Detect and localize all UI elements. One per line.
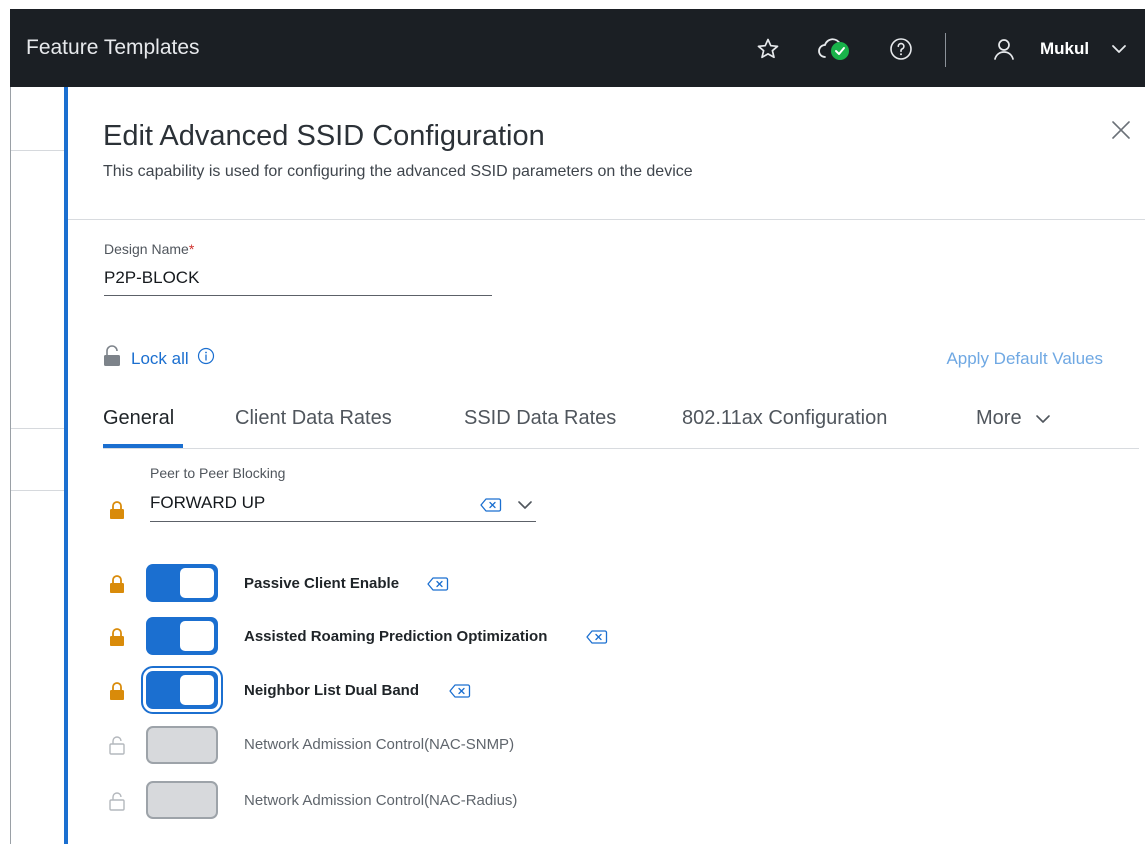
clear-icon[interactable]: [586, 629, 608, 650]
peer-blocking-select[interactable]: FORWARD UP: [150, 493, 265, 513]
apply-default-values-button[interactable]: Apply Default Values: [946, 349, 1103, 369]
design-name-label-text: Design Name: [104, 241, 189, 257]
toggle-knob: [180, 675, 214, 705]
topbar-divider: [945, 33, 946, 67]
tab-802-11ax-configuration[interactable]: 802.11ax Configuration: [682, 407, 887, 430]
top-bar: Feature Templates Mukul: [10, 9, 1145, 87]
neighbor-list-toggle[interactable]: [141, 666, 223, 714]
neighbor-list-label: Neighbor List Dual Band: [244, 682, 420, 699]
edit-ssid-panel: Edit Advanced SSID Configuration This ca…: [64, 87, 1145, 844]
design-name-input[interactable]: P2P-BLOCK: [104, 268, 199, 288]
tab-ssid-data-rates[interactable]: SSID Data Rates: [464, 407, 616, 430]
tabs-divider: [103, 448, 1139, 449]
chevron-down-icon[interactable]: [1108, 35, 1130, 63]
info-icon[interactable]: [197, 347, 215, 370]
nac-radius-toggle[interactable]: [146, 781, 218, 819]
passive-client-toggle[interactable]: [146, 564, 218, 602]
unlock-icon[interactable]: [108, 791, 126, 816]
nac-snmp-label: Network Admission Control(NAC-SNMP): [244, 736, 515, 753]
close-icon[interactable]: [1108, 117, 1134, 143]
background-divider: [11, 150, 65, 151]
clear-icon[interactable]: [480, 497, 502, 518]
lock-icon[interactable]: [108, 681, 126, 706]
assisted-roaming-label: Assisted Roaming Prediction Optimization: [244, 628, 548, 645]
user-name[interactable]: Mukul: [1040, 39, 1089, 59]
toggle-knob: [180, 568, 214, 598]
background-divider: [11, 490, 65, 491]
peer-blocking-label: Peer to Peer Blocking: [150, 465, 286, 481]
user-icon[interactable]: [990, 35, 1018, 63]
required-mark: *: [188, 241, 195, 257]
chevron-down-icon[interactable]: [516, 497, 534, 518]
nac-snmp-toggle[interactable]: [146, 726, 218, 764]
clear-icon[interactable]: [449, 683, 471, 704]
background-page-border: [10, 87, 11, 844]
tab-general[interactable]: General: [103, 407, 174, 430]
panel-subtitle: This capability is used for configuring …: [103, 163, 693, 180]
toggle-knob: [180, 621, 214, 651]
chevron-down-icon: [1034, 410, 1052, 428]
design-name-label: Design Name*: [104, 241, 194, 257]
tab-more-label: More: [976, 407, 1022, 429]
design-name-underline: [104, 295, 492, 296]
lock-icon[interactable]: [108, 500, 126, 525]
cloud-check-icon[interactable]: [815, 35, 855, 63]
page-title: Feature Templates: [26, 36, 200, 59]
header-divider: [68, 219, 1145, 220]
star-icon[interactable]: [754, 35, 782, 63]
lock-all-button[interactable]: Lock all: [103, 345, 215, 372]
help-icon[interactable]: [887, 35, 915, 63]
lock-icon[interactable]: [108, 574, 126, 599]
lock-icon[interactable]: [108, 627, 126, 652]
unlock-icon: [103, 345, 121, 372]
tab-more[interactable]: More: [976, 407, 1052, 430]
peer-blocking-underline: [150, 521, 536, 522]
unlock-icon[interactable]: [108, 735, 126, 760]
lock-all-label[interactable]: Lock all: [131, 349, 189, 369]
panel-title: Edit Advanced SSID Configuration: [103, 120, 545, 152]
assisted-roaming-toggle[interactable]: [146, 617, 218, 655]
clear-icon[interactable]: [427, 576, 449, 597]
tab-client-data-rates[interactable]: Client Data Rates: [235, 407, 392, 430]
passive-client-label: Passive Client Enable: [244, 575, 400, 592]
background-divider: [11, 428, 65, 429]
nac-radius-label: Network Admission Control(NAC-Radius): [244, 792, 518, 809]
